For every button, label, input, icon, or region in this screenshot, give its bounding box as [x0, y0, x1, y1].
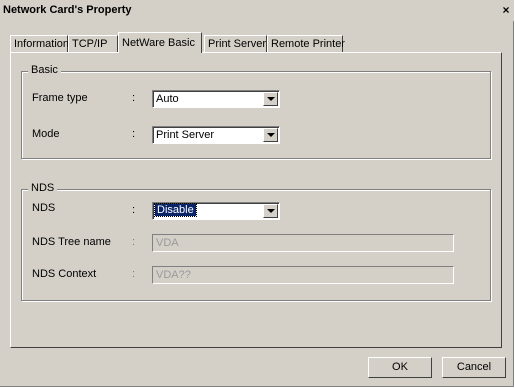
window-title: Network Card's Property [3, 4, 132, 16]
tab-netware-basic[interactable]: NetWare Basic [118, 32, 202, 53]
nds-group: NDS NDS : Disable NDS Tree name : VDA ND… [21, 182, 491, 301]
frame-type-dropdown-button[interactable] [263, 92, 278, 106]
nds-tree-name-colon: : [132, 236, 136, 248]
nds-context-input[interactable]: VDA?? [152, 266, 454, 284]
nds-group-legend: NDS [28, 182, 58, 194]
chevron-down-icon [267, 97, 275, 101]
basic-group: Basic Frame type : Auto Mode : Print Ser… [21, 64, 491, 159]
tab-label: NetWare Basic [122, 37, 195, 49]
nds-context-colon: : [132, 268, 136, 280]
mode-value: Print Server [156, 129, 215, 141]
mode-dropdown-button[interactable] [263, 128, 278, 142]
nds-colon: : [132, 204, 136, 216]
frame-type-select[interactable]: Auto [152, 90, 280, 108]
mode-select[interactable]: Print Server [152, 126, 280, 144]
tab-remote-printer[interactable]: Remote Printer [267, 35, 345, 52]
nds-label: NDS [32, 202, 56, 214]
nds-tree-name-label: NDS Tree name [32, 236, 111, 248]
tab-information[interactable]: Information [10, 35, 70, 52]
mode-colon: : [132, 128, 136, 140]
tab-label: Remote Printer [271, 38, 345, 50]
frame-type-label: Frame type [32, 92, 88, 104]
tab-print-server[interactable]: Print Server [204, 35, 267, 52]
nds-tree-name-input[interactable]: VDA [152, 234, 454, 252]
nds-select[interactable]: Disable [152, 202, 280, 220]
tab-label: Print Server [208, 38, 267, 50]
netware-basic-panel: Basic Frame type : Auto Mode : Print Ser… [10, 52, 502, 348]
nds-dropdown-button[interactable] [263, 204, 278, 218]
tab-label: Information [14, 38, 70, 50]
nds-context-label: NDS Context [32, 268, 97, 280]
basic-group-legend: Basic [28, 64, 61, 76]
frame-type-value: Auto [156, 93, 179, 105]
title-bar[interactable]: Network Card's Property × [0, 0, 514, 21]
chevron-down-icon [267, 133, 275, 137]
property-dialog: Network Card's Property × Information TC… [0, 0, 514, 387]
chevron-down-icon [267, 209, 275, 213]
ok-button[interactable]: OK [368, 357, 432, 378]
cancel-button[interactable]: Cancel [442, 357, 506, 378]
tab-tcp-ip[interactable]: TCP/IP [68, 35, 118, 52]
nds-value: Disable [154, 203, 197, 217]
mode-label: Mode [32, 128, 60, 140]
close-icon[interactable]: × [500, 3, 512, 17]
frame-type-colon: : [132, 92, 136, 104]
tab-label: TCP/IP [72, 38, 108, 50]
